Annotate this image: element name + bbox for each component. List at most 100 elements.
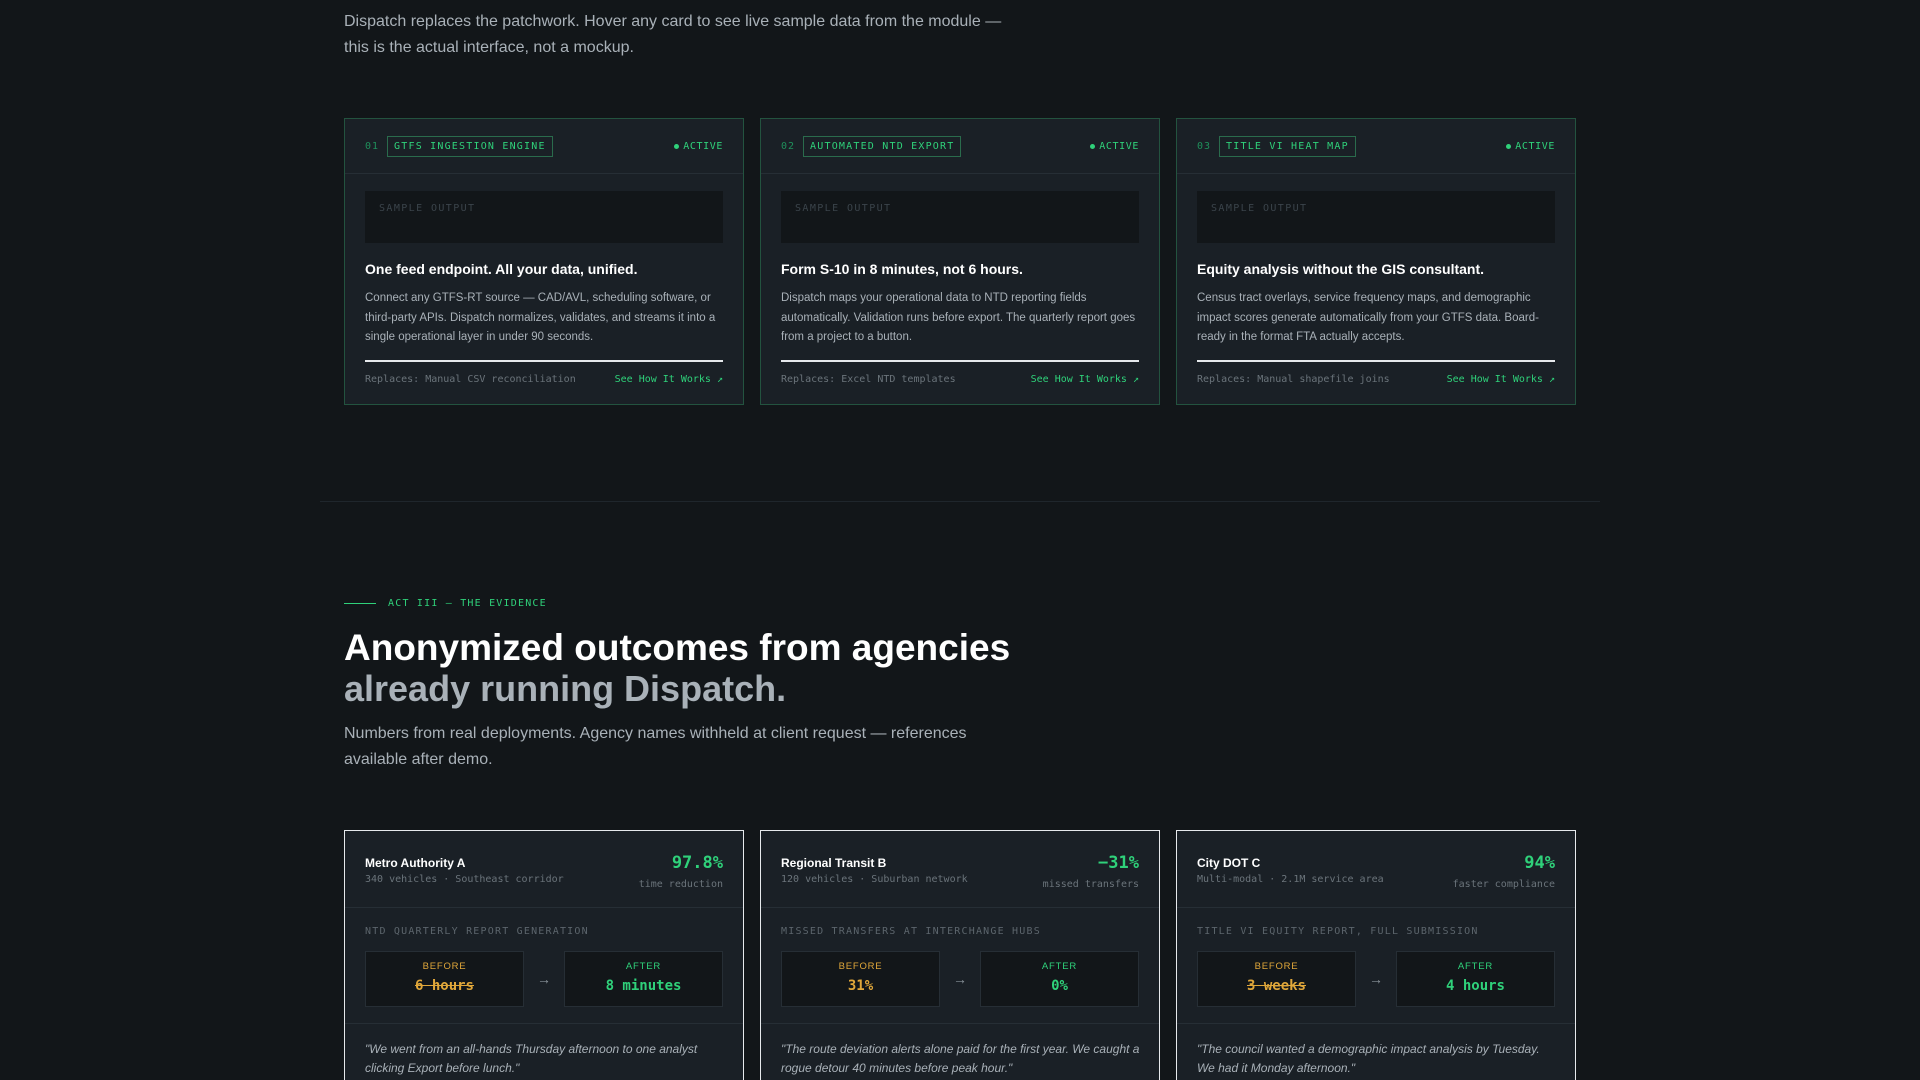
divider	[1197, 360, 1555, 362]
agency-name: Metro Authority A	[365, 856, 466, 870]
arrow-right-icon: →	[537, 971, 551, 987]
after-box: AFTER 4 hours	[1396, 951, 1555, 1007]
module-card-gtfs[interactable]: 01 GTFS INGESTION ENGINE ACTIVE SAMPLE O…	[344, 118, 744, 405]
status-label: ACTIVE	[683, 140, 723, 152]
status-dot-icon	[674, 143, 680, 149]
before-value: 3 weeks	[1246, 978, 1306, 994]
headline-stat: 97.8%	[671, 853, 723, 873]
before-after: BEFORE 6 hours → AFTER 8 minutes	[365, 951, 723, 1007]
module-description: Census tract overlays, service frequency…	[1197, 292, 1539, 343]
module-tag: AUTOMATED NTD EXPORT	[803, 135, 962, 157]
module-card-header: 03 TITLE VI HEAT MAP ACTIVE	[1177, 119, 1575, 174]
divider	[345, 1023, 743, 1024]
before-label: BEFORE	[422, 961, 467, 972]
after-value: 4 hours	[1445, 978, 1505, 994]
after-label: AFTER	[1041, 961, 1078, 972]
module-description: Dispatch maps your operational data to N…	[781, 292, 1136, 343]
after-label: AFTER	[625, 961, 662, 972]
divider	[365, 360, 723, 362]
module-card-title-vi[interactable]: 03 TITLE VI HEAT MAP ACTIVE SAMPLE OUTPU…	[1176, 118, 1576, 405]
section-subtitle: already running Dispatch.	[344, 668, 787, 709]
before-after: BEFORE 3 weeks → AFTER 4 hours	[1197, 951, 1555, 1007]
replaces-text: Replaces: Excel NTD templates	[781, 374, 956, 385]
status-badge: ACTIVE	[1506, 141, 1555, 152]
module-title: Equity analysis without the GIS consulta…	[1197, 261, 1485, 277]
see-how-it-works-link[interactable]: See How It Works ↗	[1031, 374, 1139, 385]
after-box: AFTER 0%	[980, 951, 1139, 1007]
before-box: BEFORE 6 hours	[365, 951, 524, 1007]
testimonial-quote: "The council wanted a demographic impact…	[1197, 1042, 1540, 1075]
outcome-cards: Metro Authority A 340 vehicles · Southea…	[344, 830, 1576, 1080]
section-lede: Numbers from real deployments. Agency na…	[344, 725, 967, 768]
sample-output-panel: SAMPLE OUTPUT	[781, 191, 1139, 243]
replaces-text: Replaces: Manual CSV reconciliation	[365, 374, 576, 385]
status-badge: ACTIVE	[674, 141, 723, 152]
module-description: Connect any GTFS-RT source — CAD/AVL, sc…	[365, 292, 716, 343]
metric-label: TITLE VI EQUITY REPORT, FULL SUBMISSION	[1197, 926, 1479, 937]
divider	[781, 360, 1139, 362]
module-tag: TITLE VI HEAT MAP	[1219, 135, 1356, 157]
headline-stat: 94%	[1524, 853, 1555, 873]
replaces-text: Replaces: Manual shapefile joins	[1197, 374, 1390, 385]
status-badge: ACTIVE	[1090, 141, 1139, 152]
section-title: Anonymized outcomes from agencies	[344, 627, 1011, 668]
eyebrow-text: ACT III — THE EVIDENCE	[388, 598, 547, 609]
status-label: ACTIVE	[1099, 140, 1139, 152]
module-number: 01	[365, 140, 380, 152]
agency-name: Regional Transit B	[781, 856, 887, 870]
intro-text: Dispatch replaces the patchwork. Hover a…	[344, 13, 1002, 56]
outcome-card-regional-b: Regional Transit B 120 vehicles · Suburb…	[760, 830, 1160, 1080]
module-title: Form S-10 in 8 minutes, not 6 hours.	[781, 261, 1023, 277]
module-cards: 01 GTFS INGESTION ENGINE ACTIVE SAMPLE O…	[344, 118, 1576, 405]
arrow-right-icon: →	[953, 971, 967, 987]
module-card-header: 01 GTFS INGESTION ENGINE ACTIVE	[345, 119, 743, 174]
section-divider	[320, 501, 1600, 502]
module-title: One feed endpoint. All your data, unifie…	[365, 261, 638, 277]
outcome-header: Regional Transit B 120 vehicles · Suburb…	[761, 831, 1159, 908]
after-label: AFTER	[1457, 961, 1494, 972]
see-how-it-works-link[interactable]: See How It Works ↗	[615, 374, 723, 385]
module-footer: Replaces: Manual CSV reconciliation See …	[365, 374, 723, 385]
before-label: BEFORE	[838, 961, 883, 972]
status-dot-icon	[1506, 143, 1512, 149]
sample-output-panel: SAMPLE OUTPUT	[1197, 191, 1555, 243]
headline-stat-label: faster compliance	[1452, 879, 1555, 890]
outcome-header: Metro Authority A 340 vehicles · Southea…	[345, 831, 743, 908]
divider	[761, 1023, 1159, 1024]
status-dot-icon	[1090, 143, 1096, 149]
status-label: ACTIVE	[1515, 140, 1555, 152]
testimonial-quote: "The route deviation alerts alone paid f…	[781, 1042, 1140, 1075]
before-label: BEFORE	[1254, 961, 1299, 972]
after-box: AFTER 8 minutes	[564, 951, 723, 1007]
page: Dispatch replaces the patchwork. Hover a…	[0, 0, 1920, 1080]
headline-stat: −31%	[1098, 853, 1139, 873]
before-after: BEFORE 31% → AFTER 0%	[781, 951, 1139, 1007]
before-value: 31%	[847, 978, 874, 994]
outcome-header: City DOT C Multi-modal · 2.1M service ar…	[1177, 831, 1575, 908]
before-value: 6 hours	[414, 978, 474, 994]
arrow-right-icon: →	[1369, 971, 1383, 987]
agency-name: City DOT C	[1197, 856, 1261, 870]
headline-stat-label: missed transfers	[1042, 879, 1139, 890]
metric-label: NTD QUARTERLY REPORT GENERATION	[365, 926, 589, 937]
after-value: 0%	[1051, 978, 1068, 994]
outcome-card-city-dot-c: City DOT C Multi-modal · 2.1M service ar…	[1176, 830, 1576, 1080]
testimonial-quote: "We went from an all-hands Thursday afte…	[365, 1042, 698, 1075]
module-footer: Replaces: Manual shapefile joins See How…	[1197, 374, 1555, 385]
module-number: 02	[781, 140, 796, 152]
module-card-ntd[interactable]: 02 AUTOMATED NTD EXPORT ACTIVE SAMPLE OU…	[760, 118, 1160, 405]
outcome-card-metro-a: Metro Authority A 340 vehicles · Southea…	[344, 830, 744, 1080]
module-card-header: 02 AUTOMATED NTD EXPORT ACTIVE	[761, 119, 1159, 174]
eyebrow-line	[344, 603, 376, 604]
metric-label: MISSED TRANSFERS AT INTERCHANGE HUBS	[781, 926, 1041, 937]
after-value: 8 minutes	[605, 978, 682, 994]
divider	[1177, 1023, 1575, 1024]
before-box: BEFORE 31%	[781, 951, 940, 1007]
module-footer: Replaces: Excel NTD templates See How It…	[781, 374, 1139, 385]
see-how-it-works-link[interactable]: See How It Works ↗	[1447, 374, 1555, 385]
module-tag: GTFS INGESTION ENGINE	[387, 135, 553, 157]
sample-output-panel: SAMPLE OUTPUT	[365, 191, 723, 243]
before-box: BEFORE 3 weeks	[1197, 951, 1356, 1007]
module-number: 03	[1197, 140, 1212, 152]
headline-stat-label: time reduction	[638, 879, 723, 890]
